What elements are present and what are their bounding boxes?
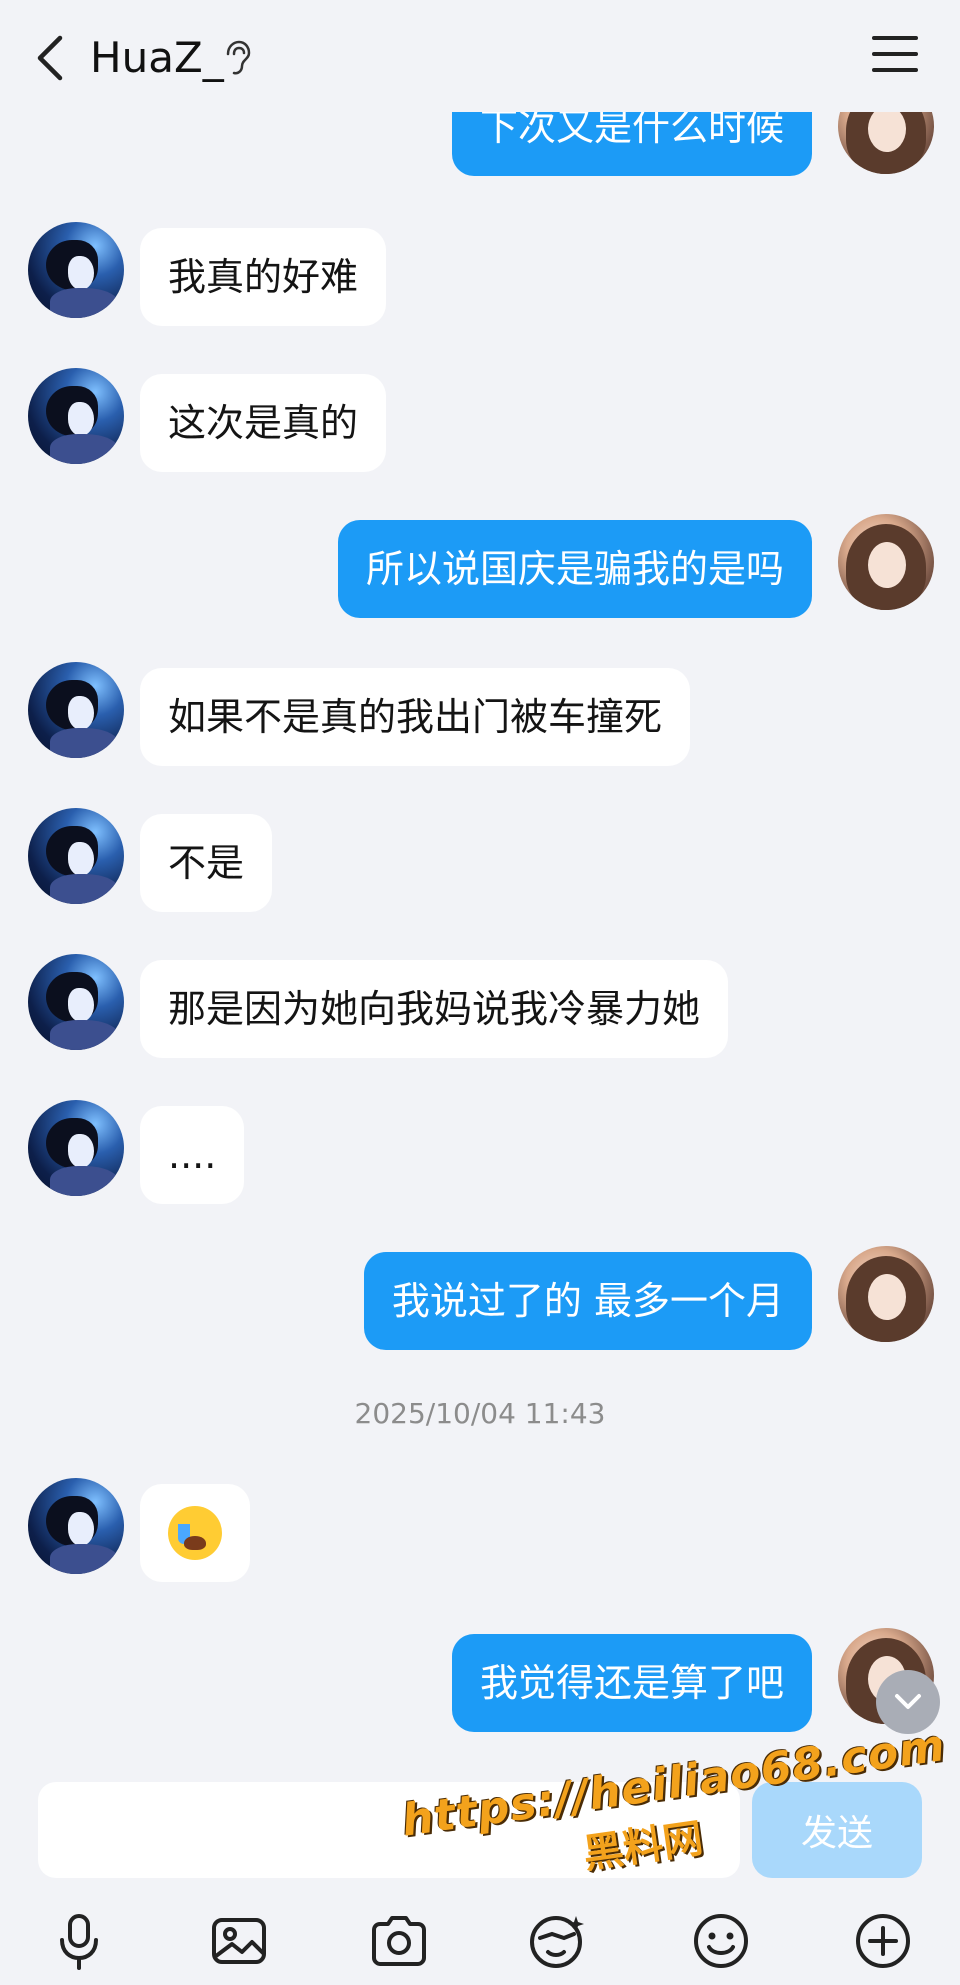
sticker-icon[interactable] [526, 1910, 588, 1972]
received-message[interactable]: 那是因为她向我妈说我冷暴力她 [140, 960, 729, 1058]
menu-line [872, 36, 918, 40]
received-message[interactable]: 这次是真的 [140, 374, 387, 472]
send-button[interactable]: 发送 [752, 1782, 922, 1878]
my-avatar[interactable] [838, 514, 934, 610]
contact-avatar[interactable] [28, 954, 124, 1050]
sent-message[interactable]: 我说过了的 最多一个月 [363, 1252, 812, 1350]
back-button[interactable] [30, 30, 70, 86]
emoji-icon[interactable] [690, 1910, 752, 1972]
contact-name: HuaZ_ [90, 33, 224, 82]
my-avatar[interactable] [838, 1246, 934, 1342]
received-message[interactable] [140, 1484, 250, 1582]
sent-message[interactable]: 我觉得还是算了吧 [451, 1634, 812, 1732]
received-message[interactable]: 如果不是真的我出门被车撞死 [140, 668, 691, 766]
loudly-crying-emoji-icon [168, 1505, 222, 1560]
contact-avatar[interactable] [28, 1478, 124, 1574]
composer-bar: 发送 [0, 1760, 960, 1985]
received-message[interactable]: 不是 [140, 814, 273, 912]
image-icon[interactable] [208, 1910, 270, 1972]
chat-header: HuaZ_ [0, 0, 960, 112]
message-list[interactable]: 下次又是什么时候 我真的好难 这次是真的 所以说国庆是骗我的是吗 如果不是真的我… [0, 0, 960, 1780]
sent-message[interactable]: 所以说国庆是骗我的是吗 [337, 520, 812, 618]
contact-avatar[interactable] [28, 368, 124, 464]
mic-icon[interactable] [48, 1910, 110, 1972]
menu-line [872, 68, 918, 72]
chevron-down-icon [895, 1694, 921, 1709]
received-message[interactable]: .... [140, 1106, 245, 1204]
message-timestamp: 2025/10/04 11:43 [354, 1397, 606, 1430]
contact-avatar[interactable] [28, 662, 124, 758]
contact-avatar[interactable] [28, 808, 124, 904]
menu-line [872, 52, 918, 56]
plus-icon[interactable] [852, 1910, 914, 1972]
message-input[interactable] [38, 1782, 740, 1878]
scroll-to-bottom-button[interactable] [876, 1670, 940, 1734]
received-message[interactable]: 我真的好难 [140, 228, 387, 326]
chevron-left-icon [37, 35, 63, 81]
camera-icon[interactable] [368, 1910, 430, 1972]
ear-icon [222, 40, 252, 76]
contact-avatar[interactable] [28, 222, 124, 318]
contact-avatar[interactable] [28, 1100, 124, 1196]
menu-button[interactable] [872, 36, 918, 76]
